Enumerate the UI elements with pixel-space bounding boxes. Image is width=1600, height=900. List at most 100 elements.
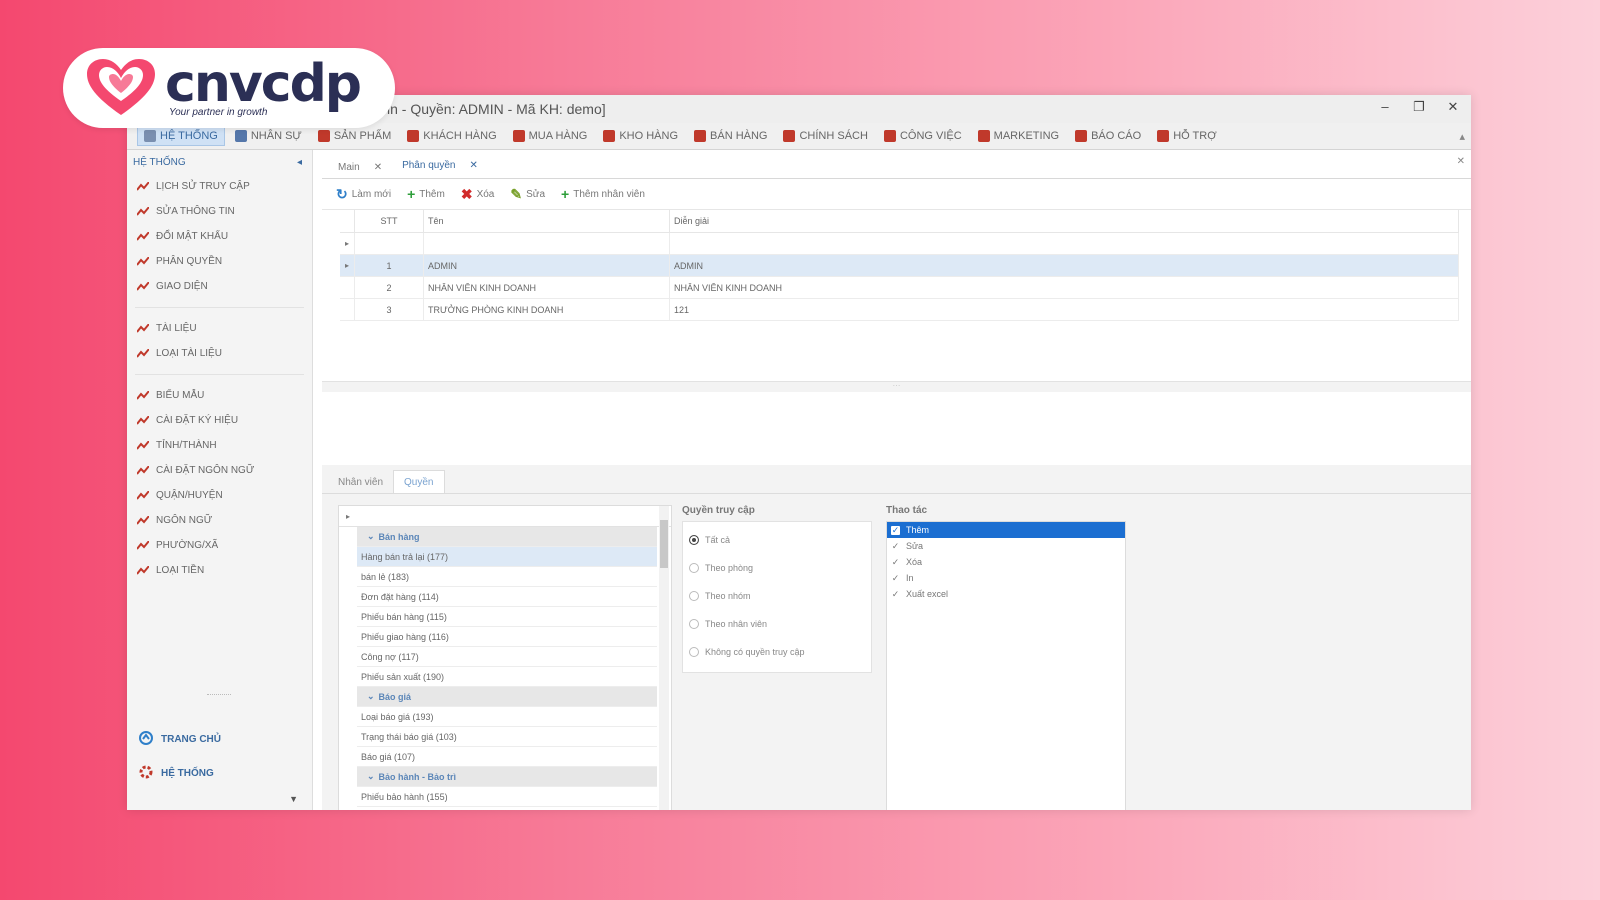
delete-button[interactable]: ✖ Xóa [455, 186, 501, 202]
radio-button[interactable] [689, 647, 699, 657]
radio-button[interactable] [689, 563, 699, 573]
edit-button[interactable]: ✎ Sửa [504, 186, 551, 202]
close-all-tabs-icon[interactable]: ✕ [1457, 156, 1465, 167]
operation-item[interactable]: ✓ Sửa [887, 538, 1125, 554]
collapse-icon[interactable]: ⌄ [367, 691, 375, 702]
sidebar-item[interactable]: TỈNH/THÀNH [127, 433, 312, 458]
sidebar-item[interactable]: CÀI ĐẶT NGÔN NGỮ [127, 458, 312, 483]
access-option[interactable]: Theo nhân viên [689, 610, 865, 638]
checkbox-icon[interactable]: ✓ [891, 525, 900, 535]
sidebar-item[interactable]: LOẠI TIỀN [127, 558, 312, 583]
add-button[interactable]: + Thêm [401, 186, 451, 202]
tree-item[interactable]: Phiếu sản xuất (190) [357, 667, 657, 687]
radio-button[interactable] [689, 535, 699, 545]
collapse-icon[interactable]: ⌄ [367, 771, 375, 782]
tree-item[interactable]: Công nợ (117) [357, 647, 657, 667]
tree-item[interactable]: Lịch bảo hành (156) [357, 807, 657, 810]
refresh-button[interactable]: ↻ Làm mới [330, 186, 397, 202]
horizontal-splitter[interactable]: ⋯ [322, 382, 1471, 392]
menu-warehouse[interactable]: KHO HÀNG [597, 127, 684, 145]
operation-item[interactable]: ✓ Xuất excel [887, 586, 1125, 602]
tab-nhan-vien[interactable]: Nhân viên [328, 471, 393, 493]
column-header-dien-giai[interactable]: Diễn giải [669, 210, 1459, 233]
menu-report[interactable]: BÁO CÁO [1069, 127, 1147, 145]
tree-item[interactable]: Đơn đặt hàng (114) [357, 587, 657, 607]
menu-overflow-icon[interactable]: ▴ [1459, 130, 1465, 143]
sidebar-splitter-grip[interactable] [207, 694, 231, 698]
restore-button[interactable]: ❐ [1409, 99, 1429, 115]
checkbox-icon[interactable]: ✓ [891, 557, 900, 567]
access-option[interactable]: Theo nhóm [689, 582, 865, 610]
column-header-ten[interactable]: Tên [423, 210, 670, 233]
filter-row[interactable]: ▸ [340, 232, 1459, 255]
tree-item[interactable]: Phiếu giao hàng (116) [357, 627, 657, 647]
menu-support[interactable]: HỖ TRỢ [1151, 127, 1222, 145]
tab-main[interactable]: Main ✕ [328, 156, 392, 178]
sidebar-item[interactable]: SỬA THÔNG TIN [127, 199, 312, 224]
tree-group[interactable]: ⌄ Bảo hành - Bảo trì [357, 767, 657, 787]
sidebar-item[interactable]: LỊCH SỬ TRUY CẬP [127, 174, 312, 199]
menu-sale[interactable]: BÁN HÀNG [688, 127, 773, 145]
tree-item[interactable]: Loại báo giá (193) [357, 707, 657, 727]
access-option[interactable]: Không có quyền truy cập [689, 638, 865, 666]
sidebar-item[interactable]: ĐỔI MẬT KHẨU [127, 224, 312, 249]
tree-scrollbar[interactable] [659, 506, 669, 810]
minimize-button[interactable]: – [1375, 99, 1395, 115]
tree-group[interactable]: ⌄ Báo giá [357, 687, 657, 707]
tab-phan-quyen[interactable]: Phân quyền ✕ [392, 154, 488, 178]
menu-task[interactable]: CÔNG VIỆC [878, 127, 968, 145]
sidebar-item[interactable]: NGÔN NGỮ [127, 508, 312, 533]
menu-gear[interactable]: HỆ THỐNG [137, 126, 225, 146]
add-employee-button[interactable]: + Thêm nhân viên [555, 186, 651, 202]
tree-item[interactable]: bán lẻ (183) [357, 567, 657, 587]
table-row[interactable]: 3 TRƯỞNG PHÒNG KINH DOANH 121 [340, 298, 1459, 321]
sidebar-item[interactable]: CÀI ĐẶT KÝ HIỆU [127, 408, 312, 433]
tree-group[interactable]: ⌄ Bán hàng [357, 527, 657, 547]
checkbox-icon[interactable]: ✓ [891, 573, 900, 583]
access-option[interactable]: Tất cả [689, 526, 865, 554]
close-icon[interactable]: ✕ [469, 160, 477, 171]
sidebar-item[interactable]: TÀI LIỆU [127, 316, 312, 341]
radio-button[interactable] [689, 619, 699, 629]
chevron-down-icon[interactable]: ▼ [289, 794, 298, 804]
tree-item[interactable]: Phiếu bán hàng (115) [357, 607, 657, 627]
operation-item[interactable]: ✓ In [887, 570, 1125, 586]
sidebar-item[interactable]: BIỂU MẪU [127, 383, 312, 408]
access-option[interactable]: Theo phòng [689, 554, 865, 582]
operation-item[interactable]: ✓ Xóa [887, 554, 1125, 570]
radio-button[interactable] [689, 591, 699, 601]
collapse-sidebar-icon[interactable]: ◂ [297, 157, 302, 168]
filter-cell-ten[interactable] [423, 232, 670, 255]
table-row[interactable]: ▸ 1 ADMIN ADMIN [340, 254, 1459, 277]
tree-filter-row[interactable]: ▸ [339, 506, 671, 527]
close-icon[interactable]: ✕ [374, 162, 382, 173]
tree-item[interactable]: Trạng thái báo giá (103) [357, 727, 657, 747]
filter-cell-stt[interactable] [354, 232, 424, 255]
tree-item[interactable]: Báo giá (107) [357, 747, 657, 767]
menu-policy[interactable]: CHÍNH SÁCH [777, 127, 873, 145]
checkbox-icon[interactable]: ✓ [891, 589, 900, 599]
menu-marketing[interactable]: MARKETING [972, 127, 1065, 145]
sidebar-item[interactable]: LOẠI TÀI LIỆU [127, 341, 312, 366]
collapse-icon[interactable]: ⌄ [367, 531, 375, 542]
close-button[interactable]: ✕ [1443, 99, 1463, 115]
sidebar-item[interactable]: PHÂN QUYỀN [127, 249, 312, 274]
table-row[interactable]: 2 NHÂN VIÊN KINH DOANH NHÂN VIÊN KINH DOAN… [340, 276, 1459, 299]
sidebar-item[interactable]: QUẬN/HUYỆN [127, 483, 312, 508]
filter-cell-dien-giai[interactable] [669, 232, 1459, 255]
scroll-thumb[interactable] [660, 520, 668, 568]
sidebar-nav-home[interactable]: TRANG CHỦ [127, 722, 312, 756]
sidebar-item[interactable]: PHƯỜNG/XÃ [127, 533, 312, 558]
sidebar-nav-system[interactable]: HỆ THỐNG [127, 756, 312, 790]
menu-product[interactable]: SẢN PHẨM [312, 127, 397, 145]
tree-item[interactable]: Phiếu bảo hành (155) [357, 787, 657, 807]
menu-customer[interactable]: KHÁCH HÀNG [401, 127, 502, 145]
menu-cart[interactable]: MUA HÀNG [507, 127, 594, 145]
tree-item[interactable]: Hàng bán trả lại (177) [357, 547, 657, 567]
operation-item[interactable]: ✓ Thêm [887, 522, 1125, 538]
sidebar-item[interactable]: GIAO DIỆN [127, 274, 312, 299]
checkbox-icon[interactable]: ✓ [891, 541, 900, 551]
tab-quyen[interactable]: Quyền [393, 470, 445, 493]
column-header-stt[interactable]: STT [354, 210, 424, 233]
menu-people[interactable]: NHÂN SỰ [229, 127, 308, 145]
